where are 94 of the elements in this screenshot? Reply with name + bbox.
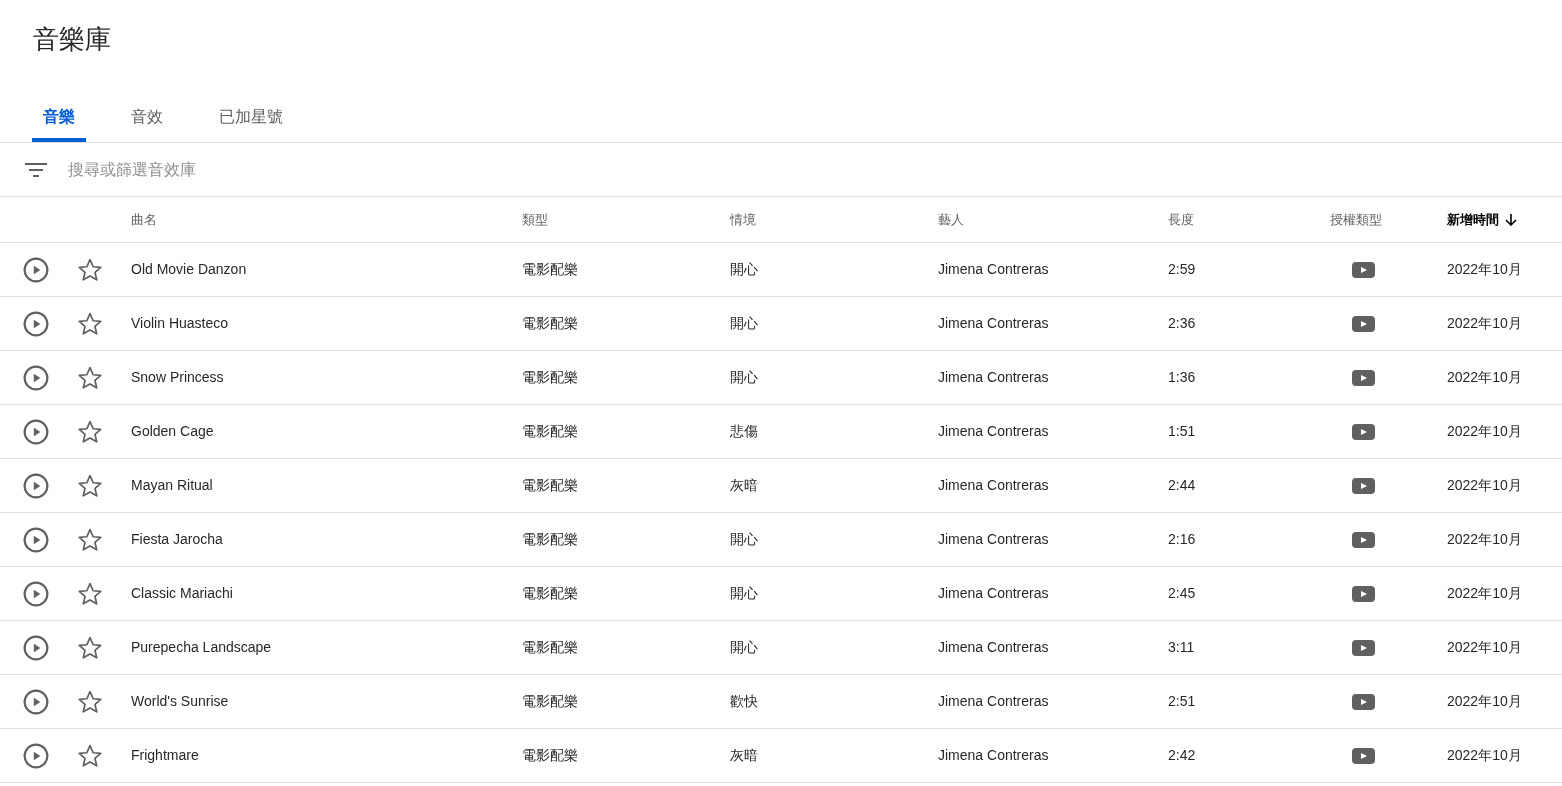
- added-date-cell: 2022年10月: [1447, 531, 1522, 547]
- star-icon[interactable]: [77, 256, 103, 283]
- genre-cell: 電影配樂: [522, 369, 578, 385]
- filter-icon[interactable]: [25, 161, 47, 178]
- tab[interactable]: 音效: [120, 96, 174, 142]
- track-title: Old Movie Danzon: [131, 261, 247, 277]
- artist-cell: Jimena Contreras: [938, 315, 1049, 331]
- page-title: 音樂庫: [33, 23, 111, 56]
- genre-cell: 電影配樂: [522, 585, 578, 601]
- play-icon[interactable]: [23, 310, 49, 337]
- track-title: Fiesta Jarocha: [131, 531, 223, 547]
- added-date-cell: 2022年10月: [1447, 369, 1522, 385]
- track-title: Snow Princess: [131, 369, 224, 385]
- play-icon[interactable]: [23, 418, 49, 445]
- artist-cell: Jimena Contreras: [938, 531, 1049, 547]
- star-icon[interactable]: [77, 472, 103, 499]
- play-icon[interactable]: [23, 256, 49, 283]
- column-header[interactable]: 授權類型: [1330, 209, 1382, 230]
- added-date-cell: 2022年10月: [1447, 639, 1522, 655]
- genre-cell: 電影配樂: [522, 693, 578, 709]
- play-icon[interactable]: [23, 472, 49, 499]
- column-header[interactable]: 長度: [1168, 209, 1194, 230]
- length-cell: 3:11: [1168, 639, 1195, 655]
- length-cell: 2:36: [1168, 315, 1196, 331]
- column-header[interactable]: 新增時間: [1447, 209, 1517, 230]
- length-cell: 2:16: [1168, 531, 1196, 547]
- star-icon[interactable]: [77, 418, 103, 445]
- length-cell: 2:42: [1168, 747, 1196, 763]
- star-icon[interactable]: [77, 364, 103, 391]
- length-cell: 2:51: [1168, 693, 1196, 709]
- track-title: Frightmare: [131, 747, 199, 763]
- artist-cell: Jimena Contreras: [938, 747, 1049, 763]
- star-icon[interactable]: [77, 742, 103, 769]
- artist-cell: Jimena Contreras: [938, 261, 1049, 277]
- star-icon[interactable]: [77, 310, 103, 337]
- column-header[interactable]: 藝人: [938, 209, 964, 230]
- track-title: Mayan Ritual: [131, 477, 213, 493]
- length-cell: 1:36: [1168, 369, 1196, 385]
- length-cell: 2:45: [1168, 585, 1196, 601]
- track-title: Purepecha Landscape: [131, 639, 272, 655]
- play-icon[interactable]: [23, 634, 49, 661]
- mood-cell: 歡快: [730, 693, 758, 709]
- length-cell: 2:44: [1168, 477, 1196, 493]
- genre-cell: 電影配樂: [522, 477, 578, 493]
- track-title: World's Sunrise: [131, 693, 229, 709]
- play-icon[interactable]: [23, 742, 49, 769]
- star-icon[interactable]: [77, 634, 103, 661]
- track-title: Golden Cage: [131, 423, 214, 439]
- length-cell: 2:59: [1168, 261, 1196, 277]
- mood-cell: 灰暗: [730, 747, 758, 763]
- mood-cell: 開心: [730, 261, 758, 277]
- tab[interactable]: 音樂: [32, 96, 86, 142]
- play-icon[interactable]: [23, 364, 49, 391]
- genre-cell: 電影配樂: [522, 315, 578, 331]
- mood-cell: 開心: [730, 585, 758, 601]
- track-title: Violin Huasteco: [131, 315, 229, 331]
- tab[interactable]: 已加星號: [208, 96, 294, 142]
- star-icon[interactable]: [77, 688, 103, 715]
- genre-cell: 電影配樂: [522, 747, 578, 763]
- play-icon[interactable]: [23, 580, 49, 607]
- added-date-cell: 2022年10月: [1447, 693, 1522, 709]
- added-date-cell: 2022年10月: [1447, 261, 1522, 277]
- column-header[interactable]: 類型: [522, 209, 548, 230]
- down-arrow-icon: [1505, 213, 1517, 226]
- added-date-cell: 2022年10月: [1447, 585, 1522, 601]
- added-date-cell: 2022年10月: [1447, 477, 1522, 493]
- mood-cell: 悲傷: [730, 423, 758, 439]
- mood-cell: 灰暗: [730, 477, 758, 493]
- play-icon[interactable]: [23, 526, 49, 553]
- mood-cell: 開心: [730, 531, 758, 547]
- mood-cell: 開心: [730, 639, 758, 655]
- track-title: Classic Mariachi: [131, 585, 233, 601]
- search-field[interactable]: 搜尋或篩選音效庫: [68, 157, 568, 182]
- column-header[interactable]: 情境: [730, 209, 756, 230]
- genre-cell: 電影配樂: [522, 423, 578, 439]
- genre-cell: 電影配樂: [522, 639, 578, 655]
- added-date-cell: 2022年10月: [1447, 747, 1522, 763]
- artist-cell: Jimena Contreras: [938, 369, 1049, 385]
- column-header[interactable]: 曲名: [131, 209, 157, 230]
- star-icon[interactable]: [77, 526, 103, 553]
- artist-cell: Jimena Contreras: [938, 477, 1049, 493]
- genre-cell: 電影配樂: [522, 531, 578, 547]
- artist-cell: Jimena Contreras: [938, 423, 1049, 439]
- added-date-cell: 2022年10月: [1447, 315, 1522, 331]
- length-cell: 1:51: [1168, 423, 1196, 439]
- star-icon[interactable]: [77, 580, 103, 607]
- artist-cell: Jimena Contreras: [938, 585, 1049, 601]
- artist-cell: Jimena Contreras: [938, 639, 1049, 655]
- mood-cell: 開心: [730, 369, 758, 385]
- play-icon[interactable]: [23, 688, 49, 715]
- added-date-cell: 2022年10月: [1447, 423, 1522, 439]
- artist-cell: Jimena Contreras: [938, 693, 1049, 709]
- genre-cell: 電影配樂: [522, 261, 578, 277]
- mood-cell: 開心: [730, 315, 758, 331]
